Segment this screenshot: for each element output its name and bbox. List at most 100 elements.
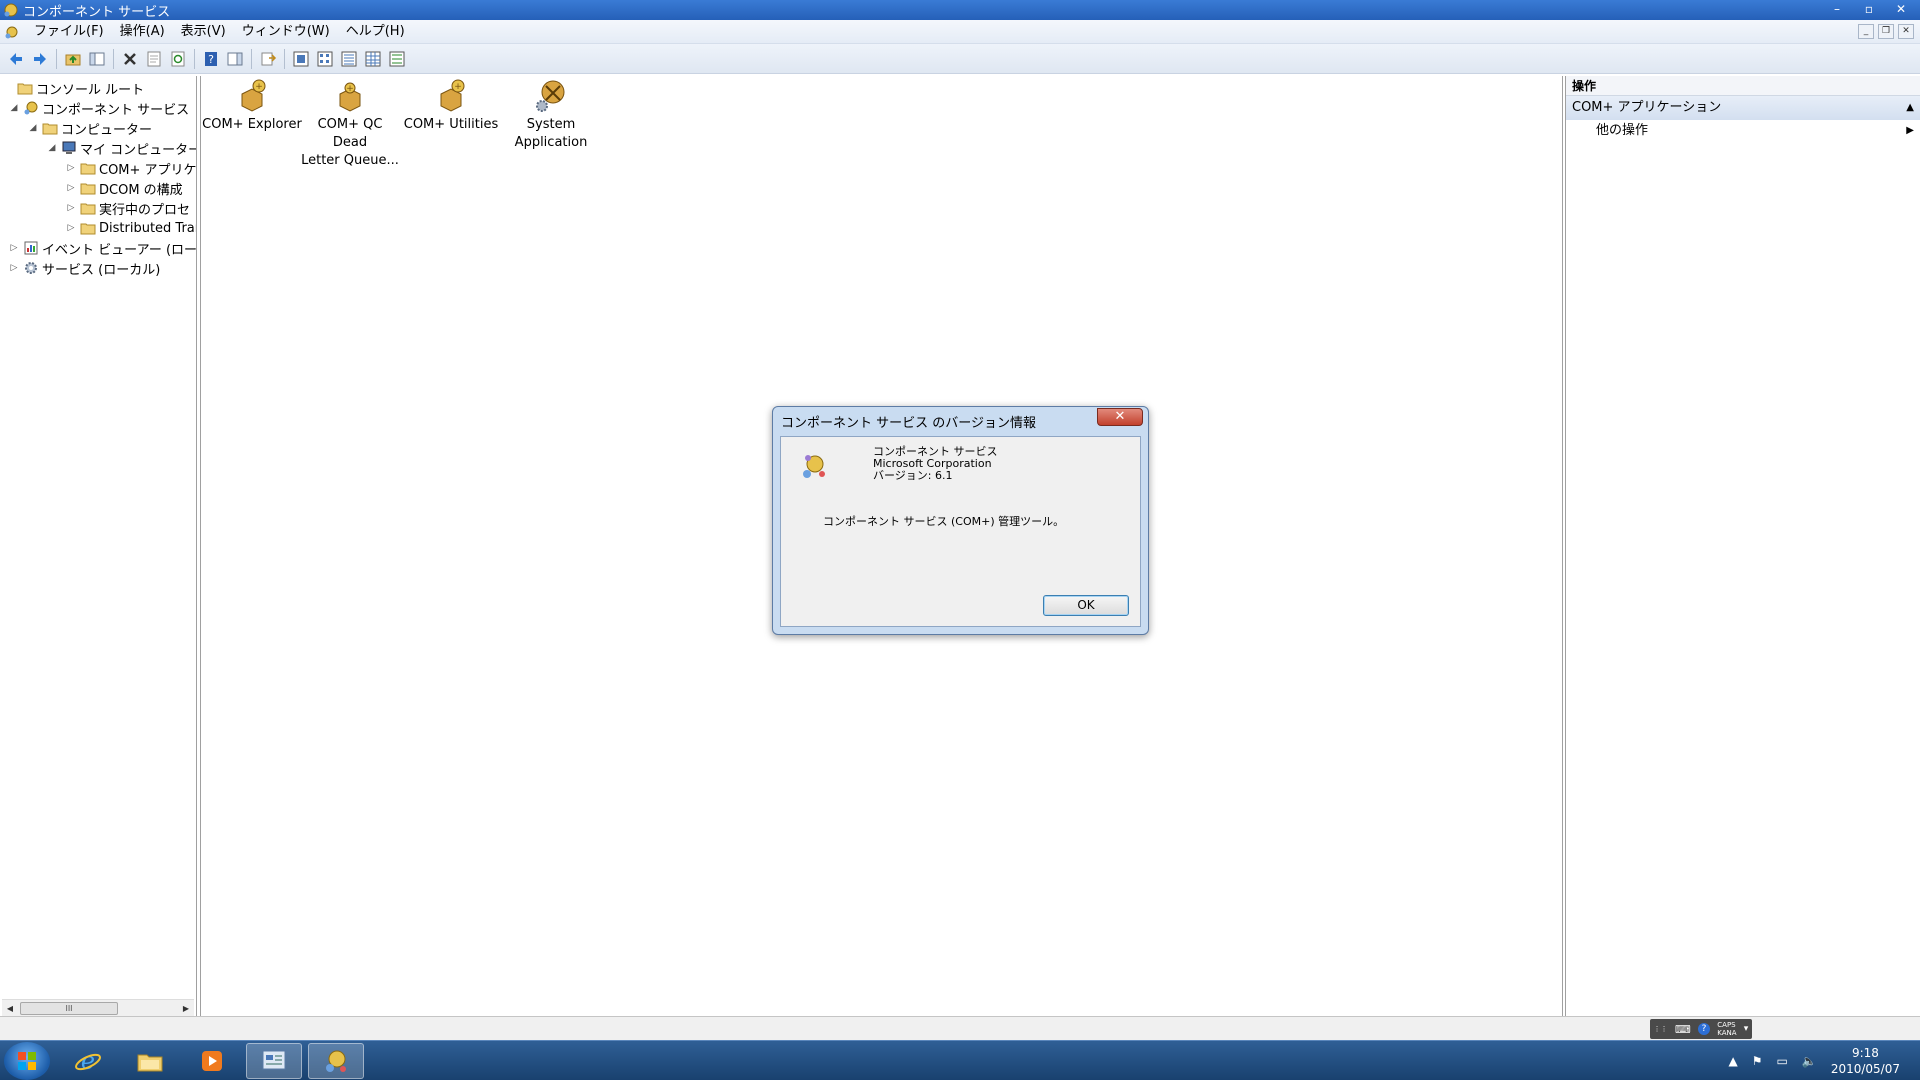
menu-bar: ファイル(F) 操作(A) 表示(V) ウィンドウ(W) ヘルプ(H) _ ❐ … <box>0 20 1920 44</box>
child-minimize-button[interactable]: _ <box>1858 24 1874 39</box>
ime-grip-icon[interactable]: ⋮⋮ <box>1654 1025 1668 1033</box>
scroll-right-arrow-icon[interactable]: ▶ <box>180 1002 192 1015</box>
tree-node-computers[interactable]: ◢ コンピューター <box>27 118 152 138</box>
expand-arrow-icon[interactable]: ▷ <box>65 223 77 233</box>
show-hide-tree-button[interactable] <box>86 48 108 70</box>
expand-arrow-icon[interactable]: ▷ <box>65 203 77 213</box>
expand-arrow-icon[interactable]: ▷ <box>8 243 20 253</box>
tree-node-distributed-transaction[interactable]: ▷ Distributed Trar <box>65 218 196 238</box>
caps-indicator: CAPS <box>1717 1021 1736 1029</box>
back-button[interactable] <box>5 48 27 70</box>
child-close-button[interactable]: ✕ <box>1898 24 1914 39</box>
properties-button[interactable] <box>143 48 165 70</box>
expand-arrow-icon[interactable]: ▷ <box>8 263 20 273</box>
icon-label: COM+ Explorer <box>202 117 302 132</box>
show-hidden-icons-icon[interactable]: ▲ <box>1729 1054 1738 1068</box>
actions-section-com-applications[interactable]: COM+ アプリケーション ▲ <box>1566 96 1920 120</box>
tree-horizontal-scrollbar[interactable]: ◀ III ▶ <box>2 999 194 1016</box>
system-application-item[interactable]: System Application <box>501 78 601 152</box>
language-bar[interactable]: ⋮⋮ ⌨ ? CAPS KANA ▾ <box>1650 1019 1752 1039</box>
refresh-button[interactable] <box>167 48 189 70</box>
tree-node-com-applications[interactable]: ▷ COM+ アプリケ <box>65 158 196 178</box>
ime-help-icon[interactable]: ? <box>1698 1023 1711 1035</box>
tree-node-label: コンポーネント サービス <box>42 102 190 118</box>
com-explorer-icon: + <box>241 79 266 112</box>
folder-icon <box>80 183 96 195</box>
taskbar-explorer[interactable] <box>122 1043 178 1079</box>
help-button[interactable]: ? <box>200 48 222 70</box>
child-restore-button[interactable]: ❐ <box>1878 24 1894 39</box>
icon-label: COM+ QC Dead <box>317 117 383 150</box>
clock[interactable]: 9:18 2010/05/07 <box>1831 1045 1900 1077</box>
detail-view-button[interactable] <box>362 48 384 70</box>
large-icons-view-button[interactable] <box>290 48 312 70</box>
language-bar-options-icon[interactable]: ▾ <box>1744 1024 1749 1034</box>
close-button[interactable]: ✕ <box>1888 1 1914 17</box>
svg-text:e: e <box>81 1047 95 1075</box>
menu-window[interactable]: ウィンドウ(W) <box>234 21 338 43</box>
menu-action[interactable]: 操作(A) <box>112 21 173 43</box>
dialog-close-button[interactable]: ✕ <box>1097 408 1143 426</box>
minimize-button[interactable]: – <box>1824 1 1850 17</box>
console-tree-icon <box>89 52 105 65</box>
mmc-system-menu-icon[interactable] <box>4 24 20 40</box>
forward-button[interactable] <box>29 48 51 70</box>
taskbar-media-player[interactable] <box>184 1043 240 1079</box>
taskbar-internet-explorer[interactable]: e <box>60 1043 116 1079</box>
svg-text:+: + <box>454 82 462 92</box>
scroll-left-arrow-icon[interactable]: ◀ <box>4 1002 16 1015</box>
list-view-button[interactable] <box>338 48 360 70</box>
taskbar-component-services[interactable] <box>308 1043 364 1079</box>
com-utilities-item[interactable]: + COM+ Utilities <box>401 78 501 134</box>
expand-arrow-icon[interactable]: ▷ <box>65 183 77 193</box>
dialog-title: コンポーネント サービス のバージョン情報 <box>781 416 1037 431</box>
start-button[interactable] <box>4 1042 50 1080</box>
maximize-button[interactable]: ▫ <box>1856 1 1882 17</box>
collapse-arrow-icon[interactable]: ◢ <box>46 143 58 153</box>
media-player-icon <box>202 1051 222 1071</box>
export-list-button[interactable] <box>257 48 279 70</box>
icon-label: System <box>526 117 576 132</box>
tree-node-running-processes[interactable]: ▷ 実行中のプロセ <box>65 198 190 218</box>
tree-node-console-root[interactable]: コンソール ルート <box>2 78 144 98</box>
component-services-icon <box>4 3 18 17</box>
actions-item-more-actions[interactable]: 他の操作 ▶ <box>1566 120 1920 142</box>
menu-file[interactable]: ファイル(F) <box>26 21 112 43</box>
up-one-level-button[interactable] <box>62 48 84 70</box>
gear-icon <box>25 262 37 274</box>
ime-keyboard-icon[interactable]: ⌨ <box>1675 1023 1691 1036</box>
tree-node-services-local[interactable]: ▷ サービス (ローカル) <box>8 258 160 278</box>
collapse-section-icon[interactable]: ▲ <box>1906 96 1914 120</box>
taskbar-server-manager[interactable] <box>246 1043 302 1079</box>
tree-node-event-viewer[interactable]: ▷ イベント ビューアー (ロー <box>8 238 196 258</box>
tree-node-label: サービス (ローカル) <box>42 262 161 278</box>
system-application-icon <box>536 80 565 112</box>
scroll-thumb[interactable]: III <box>20 1002 118 1015</box>
new-window-button[interactable] <box>386 48 408 70</box>
collapse-arrow-icon[interactable]: ◢ <box>8 103 20 113</box>
tree-node-my-computer[interactable]: ◢ マイ コンピューター <box>46 138 196 158</box>
expand-arrow-icon[interactable]: ▷ <box>65 163 77 173</box>
small-icons-view-button[interactable] <box>314 48 336 70</box>
com-qc-dead-letter-queue-item[interactable]: + COM+ QC Dead Letter Queue... <box>300 78 400 170</box>
menu-view[interactable]: 表示(V) <box>173 21 234 43</box>
tree-node-component-services[interactable]: ◢ コンポーネント サービス <box>8 98 189 118</box>
menu-help[interactable]: ヘルプ(H) <box>338 21 413 43</box>
icon-label: COM+ Utilities <box>403 117 499 132</box>
volume-icon[interactable]: 🔈 <box>1802 1054 1817 1068</box>
kana-indicator: KANA <box>1717 1029 1737 1037</box>
network-icon[interactable]: ▭ <box>1777 1054 1788 1068</box>
action-center-flag-icon[interactable]: ⚑ <box>1752 1054 1763 1068</box>
console-tree[interactable]: コンソール ルート ◢ コンポーネント サービス ◢ コンピューター ◢ マイ … <box>0 76 197 1016</box>
dialog-product-info: コンポーネント サービス Microsoft Corporation バージョン… <box>873 446 998 482</box>
com-explorer-item[interactable]: + COM+ Explorer <box>202 78 302 134</box>
ok-button[interactable]: OK <box>1043 595 1129 616</box>
collapse-arrow-icon[interactable]: ◢ <box>27 123 39 133</box>
show-hide-action-pane-button[interactable] <box>224 48 246 70</box>
folder-icon <box>137 1054 163 1072</box>
svg-text:+: + <box>255 82 263 92</box>
com-qc-dead-letter-queue-icon: + <box>339 82 361 112</box>
computer-icon <box>62 141 76 154</box>
tree-node-dcom-config[interactable]: ▷ DCOM の構成 <box>65 178 183 198</box>
delete-button[interactable] <box>119 48 141 70</box>
